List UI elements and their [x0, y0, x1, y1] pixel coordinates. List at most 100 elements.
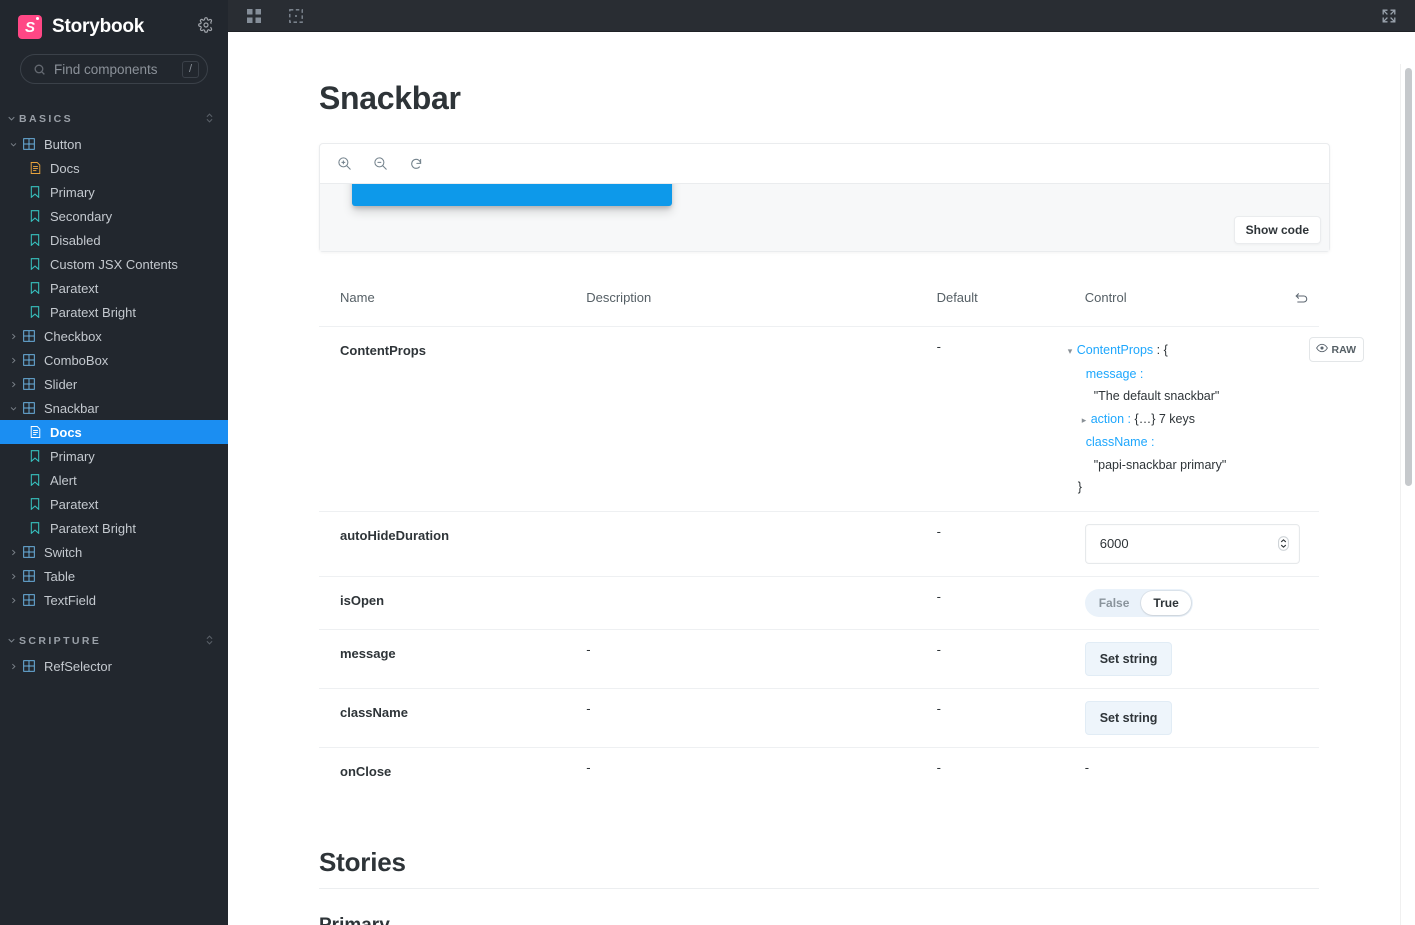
sidebar-item-table[interactable]: Table: [0, 564, 228, 588]
sidebar-item-paratext-bright[interactable]: Paratext Bright: [0, 516, 228, 540]
sidebar-item-primary[interactable]: Primary: [0, 444, 228, 468]
scrollbar-thumb[interactable]: [1405, 68, 1412, 486]
arg-name: autoHideDuration: [319, 510, 566, 576]
json-line-action[interactable]: ▸ action : {…} 7 keys: [1064, 408, 1304, 432]
snackbar-component: [352, 184, 672, 206]
app-title: Storybook: [52, 16, 145, 37]
sidebar-section-label: SCRIPTURE: [19, 635, 102, 647]
set-string-button[interactable]: Set string: [1084, 700, 1173, 735]
story-bookmark-icon: [26, 234, 44, 246]
json-key-classname: className :: [1085, 435, 1155, 449]
json-root-line[interactable]: ▾ ContentProps : {: [1064, 339, 1304, 363]
component-icon: [20, 660, 38, 672]
sidebar-item-label: Snackbar: [44, 400, 99, 416]
eye-icon: [1315, 342, 1328, 357]
number-stepper[interactable]: [1277, 536, 1289, 551]
preview-stage: [320, 184, 1329, 251]
story-bookmark-icon: [26, 498, 44, 510]
sidebar-item-docs[interactable]: Docs: [0, 420, 228, 444]
column-header-default: Default: [936, 290, 978, 305]
zoom-in-icon[interactable]: [332, 152, 356, 176]
boolean-option-true[interactable]: True: [1141, 590, 1191, 615]
sidebar-item-checkbox[interactable]: Checkbox: [0, 324, 228, 348]
sidebar-section-basics[interactable]: BASICS: [0, 106, 228, 132]
sidebar-item-primary[interactable]: Primary: [0, 180, 228, 204]
number-input[interactable]: 6000: [1084, 523, 1300, 564]
sidebar-item-button[interactable]: Button: [0, 132, 228, 156]
gear-icon[interactable]: [198, 16, 214, 38]
sidebar-item-combobox[interactable]: ComboBox: [0, 348, 228, 372]
table-row: autoHideDuration - 6000: [319, 510, 1319, 576]
caret-right-icon[interactable]: [6, 381, 20, 388]
sidebar-item-label: Checkbox: [44, 328, 102, 344]
arg-description: [565, 510, 916, 576]
caret-right-icon[interactable]: [6, 663, 20, 670]
table-row: message - - Set string: [319, 628, 1319, 688]
sidebar-item-switch[interactable]: Switch: [0, 540, 228, 564]
sidebar-section-scripture[interactable]: SCRIPTURE: [0, 628, 228, 654]
zoom-out-icon[interactable]: [368, 152, 392, 176]
sidebar-item-paratext[interactable]: Paratext: [0, 276, 228, 300]
sidebar-item-refselector[interactable]: RefSelector: [0, 654, 228, 678]
arg-default: -: [915, 575, 1064, 629]
sidebar-item-label: Slider: [44, 376, 78, 392]
json-value-message: "The default snackbar": [1093, 389, 1220, 403]
component-icon: [20, 546, 38, 558]
grid-icon[interactable]: [240, 2, 268, 30]
caret-right-icon[interactable]: ▸: [1082, 409, 1091, 432]
json-tree-editor[interactable]: ▾ ContentProps : { message : "The default…: [1064, 339, 1304, 499]
set-string-button[interactable]: Set string: [1084, 641, 1173, 676]
caret-right-icon[interactable]: [6, 357, 20, 364]
caret-down-icon[interactable]: [6, 141, 20, 148]
component-icon: [20, 354, 38, 366]
arg-default: -: [915, 746, 1064, 791]
sidebar-item-slider[interactable]: Slider: [0, 372, 228, 396]
arg-name: isOpen: [319, 575, 566, 629]
component-icon: [20, 570, 38, 582]
json-line-message-value[interactable]: "The default snackbar": [1064, 385, 1304, 408]
sidebar-item-docs[interactable]: Docs: [0, 156, 228, 180]
sidebar-item-snackbar[interactable]: Snackbar: [0, 396, 228, 420]
story-bookmark-icon: [26, 258, 44, 270]
arg-description: [565, 326, 916, 511]
story-bookmark-icon: [26, 306, 44, 318]
search-placeholder: Find components: [54, 61, 158, 77]
sidebar-item-custom-jsx-contents[interactable]: Custom JSX Contents: [0, 252, 228, 276]
story-bookmark-icon: [26, 450, 44, 462]
caret-right-icon[interactable]: [6, 573, 20, 580]
stories-heading: Stories: [319, 846, 406, 877]
show-code-button[interactable]: Show code: [1233, 216, 1321, 244]
caret-right-icon[interactable]: [6, 333, 20, 340]
expand-icon[interactable]: [1375, 2, 1403, 30]
boolean-option-false[interactable]: False: [1087, 591, 1142, 615]
caret-down-icon[interactable]: ▾: [1068, 340, 1077, 363]
caret-right-icon[interactable]: [6, 597, 20, 604]
preview-toolbar-top: [228, 0, 1415, 32]
json-line-classname-value[interactable]: "papi-snackbar primary": [1064, 454, 1304, 477]
number-input-value: 6000: [1099, 536, 1129, 551]
caret-down-icon[interactable]: [6, 405, 20, 412]
json-value-action: {…} 7 keys: [1134, 411, 1195, 426]
reset-controls-icon[interactable]: [1259, 280, 1319, 327]
arg-control-object[interactable]: ▾ ContentProps : { message : "The default…: [1063, 326, 1364, 511]
json-line-classname-key: className :: [1064, 431, 1304, 454]
sidebar: S Storybook Find components / BASICS But…: [0, 0, 228, 925]
sidebar-item-disabled[interactable]: Disabled: [0, 228, 228, 252]
boolean-toggle[interactable]: False True: [1084, 588, 1193, 617]
arg-description: -: [565, 687, 916, 747]
sidebar-item-alert[interactable]: Alert: [0, 468, 228, 492]
search-input[interactable]: Find components /: [20, 54, 208, 84]
sidebar-item-paratext[interactable]: Paratext: [0, 492, 228, 516]
frame-icon[interactable]: [282, 2, 310, 30]
raw-toggle-button[interactable]: RAW: [1308, 337, 1364, 362]
sidebar-item-paratext-bright[interactable]: Paratext Bright: [0, 300, 228, 324]
sidebar-header: S Storybook: [0, 0, 228, 54]
caret-right-icon[interactable]: [6, 549, 20, 556]
sidebar-item-secondary[interactable]: Secondary: [0, 204, 228, 228]
sidebar-item-textfield[interactable]: TextField: [0, 588, 228, 612]
zoom-reset-icon[interactable]: [404, 152, 428, 176]
expand-collapse-icon[interactable]: [205, 112, 214, 127]
docs-canvas: Snackbar Show code Name Description Defa…: [228, 32, 1415, 925]
expand-collapse-icon[interactable]: [205, 634, 214, 649]
page-scrollbar[interactable]: [1400, 64, 1415, 925]
